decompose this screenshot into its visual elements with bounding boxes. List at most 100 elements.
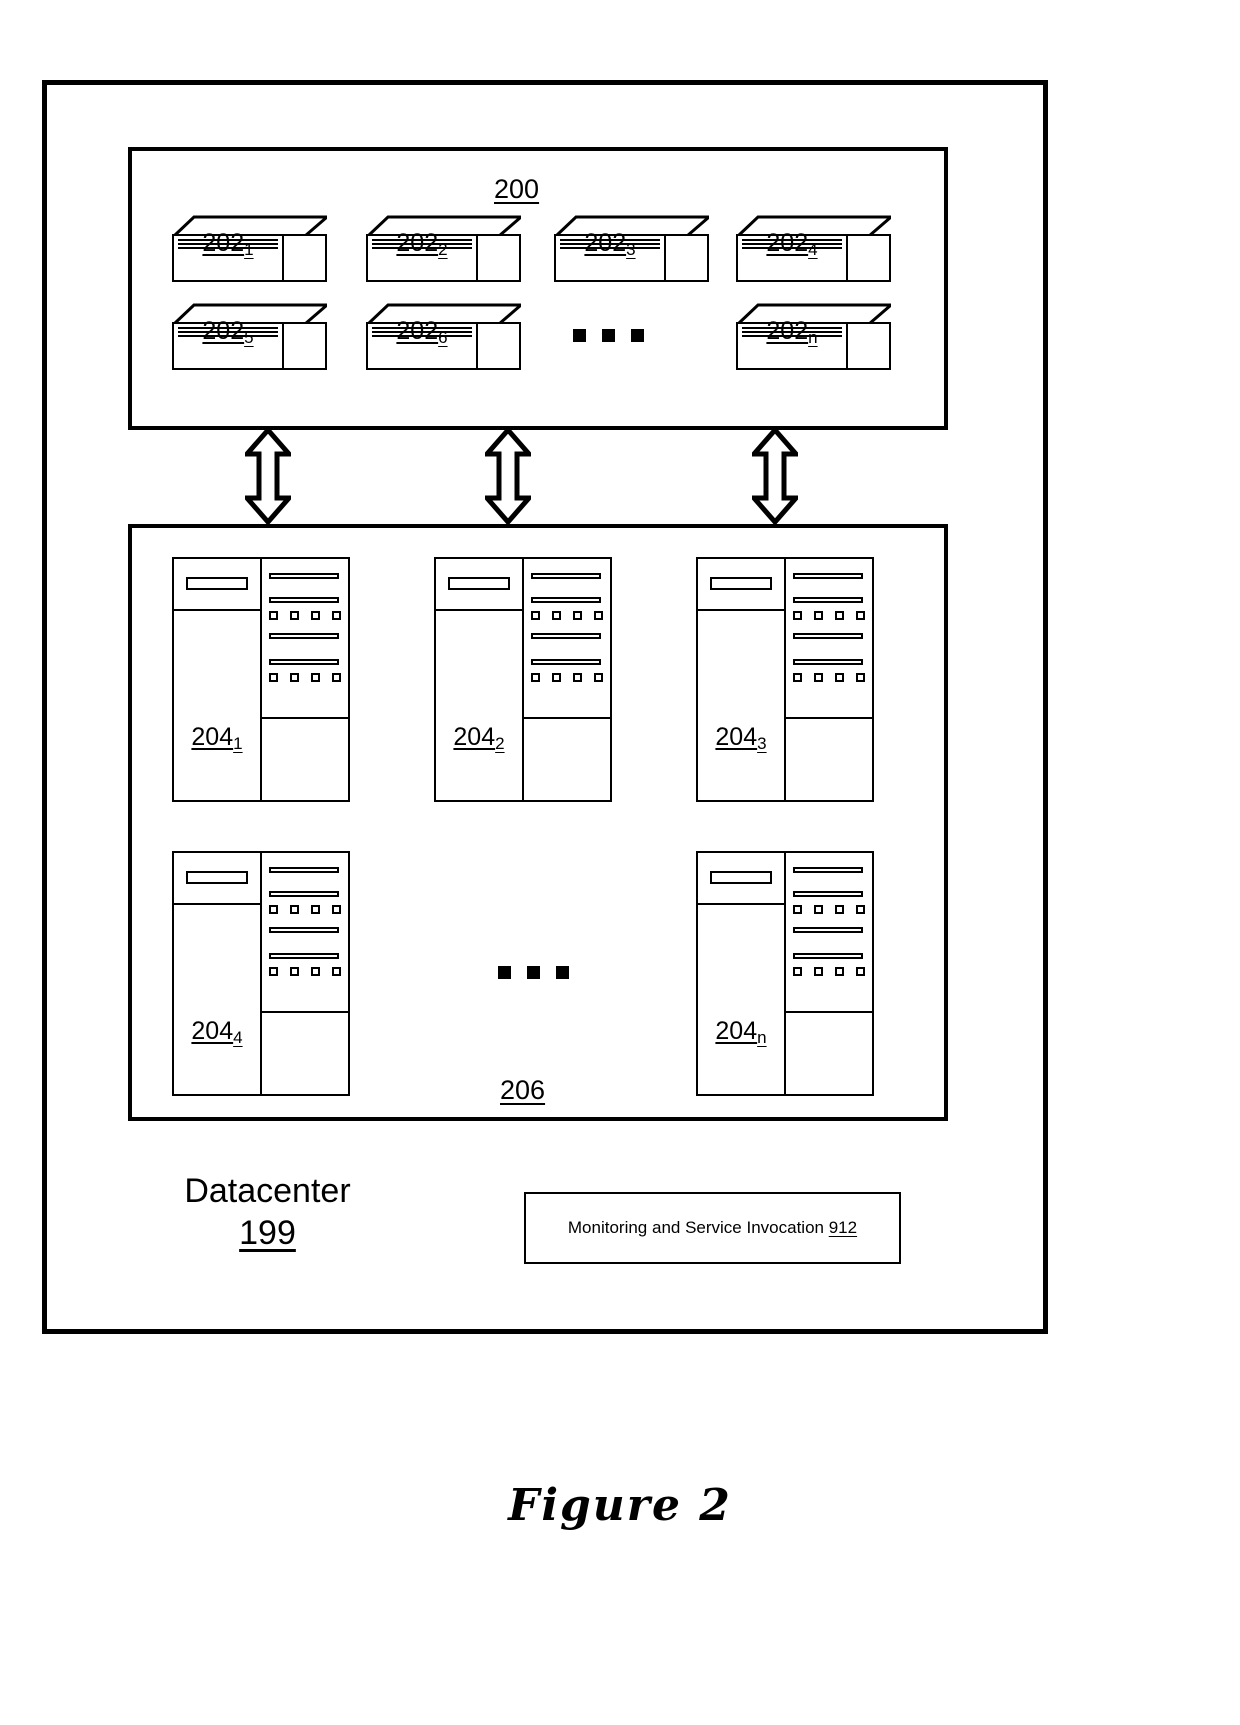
rack-led xyxy=(311,611,320,620)
monitoring-label: Monitoring and Service Invocation xyxy=(567,1218,824,1237)
rack-led xyxy=(814,905,823,914)
rack-right-column xyxy=(786,559,872,800)
rack-led xyxy=(269,611,278,620)
switch-label-base: 202 xyxy=(766,317,809,345)
rack-head-slot xyxy=(710,871,772,884)
rack-left-column xyxy=(436,559,524,800)
rack-blade-bar xyxy=(793,633,863,639)
switch-label: 2022 xyxy=(366,229,478,259)
rack-blade-bar xyxy=(531,573,601,579)
rack-label: 2043 xyxy=(698,725,784,753)
rack-blade-bar xyxy=(269,597,339,603)
rack-led xyxy=(856,611,865,620)
rack-led xyxy=(269,905,278,914)
rack-led xyxy=(814,611,823,620)
rack-led xyxy=(531,673,540,682)
switch-side-face xyxy=(846,234,891,282)
switch-label: 2021 xyxy=(172,231,284,259)
switch-202-6: 2026 xyxy=(364,302,526,370)
rack-panel xyxy=(262,853,348,1013)
rack-right-column xyxy=(262,559,348,800)
rack-label: 204n xyxy=(698,1019,784,1047)
rack-led xyxy=(552,611,561,620)
rack-label: 2041 xyxy=(174,723,260,753)
switch-202-1: 2021 xyxy=(170,214,332,282)
switch-side-face xyxy=(846,322,891,370)
rack-head-cell xyxy=(698,853,784,905)
figure-caption: Figure 2 xyxy=(508,1480,732,1531)
rack-left-column xyxy=(174,853,262,1094)
rack-blade-bar xyxy=(793,891,863,897)
datacenter-caption: Datacenter 199 xyxy=(165,1172,370,1255)
switch-side-face xyxy=(476,322,521,370)
server-rack-204-n: 204n xyxy=(696,851,874,1096)
switch-label: 2024 xyxy=(736,229,848,259)
rack-blade-bar xyxy=(269,891,339,897)
rack-label: 2042 xyxy=(436,725,522,753)
server-rack-204-4: 2044 xyxy=(172,851,350,1096)
rack-led-row xyxy=(531,611,603,620)
ellipsis-dot xyxy=(602,329,615,342)
rack-blade-bar xyxy=(793,867,863,873)
rack-blade-bar xyxy=(269,953,339,959)
rack-label-sub: 1 xyxy=(233,734,243,753)
rack-group-ref-label: 206 xyxy=(500,1075,546,1105)
rack-led xyxy=(311,905,320,914)
switch-label-sub: 5 xyxy=(244,328,254,347)
rack-blade-bar xyxy=(531,597,601,603)
switch-label-base: 202 xyxy=(584,229,627,257)
server-rack-204-3: 2043 xyxy=(696,557,874,802)
rack-led xyxy=(814,673,823,682)
ellipsis-dot xyxy=(498,966,511,979)
rack-blade-bar xyxy=(793,927,863,933)
rack-led xyxy=(594,673,603,682)
rack-led xyxy=(793,905,802,914)
rack-blade-bar xyxy=(793,573,863,579)
rack-label-sub: 2 xyxy=(495,734,505,753)
rack-led-row xyxy=(793,611,865,620)
ellipsis-dot xyxy=(527,966,540,979)
rack-right-column xyxy=(524,559,610,800)
rack-left-column xyxy=(698,853,786,1094)
rack-led xyxy=(573,673,582,682)
rack-led xyxy=(290,905,299,914)
rack-led xyxy=(835,673,844,682)
switch-202-2: 2022 xyxy=(364,214,526,282)
rack-led xyxy=(269,967,278,976)
rack-led xyxy=(332,673,341,682)
switch-label: 2026 xyxy=(366,319,478,347)
ellipsis-dot xyxy=(573,329,586,342)
switch-label: 202n xyxy=(736,317,848,347)
rack-led xyxy=(594,611,603,620)
rack-led xyxy=(290,967,299,976)
rack-left-column xyxy=(698,559,786,800)
switch-label-base: 202 xyxy=(766,229,809,257)
rack-blade-bar xyxy=(269,927,339,933)
rack-right-column xyxy=(786,853,872,1094)
rack-row-ellipsis xyxy=(498,966,569,979)
switch-label: 2023 xyxy=(554,229,666,259)
rack-blade-bar xyxy=(269,867,339,873)
connector-arrow-center xyxy=(485,428,531,524)
rack-blade-bar xyxy=(793,659,863,665)
rack-led xyxy=(835,905,844,914)
datacenter-name: Datacenter xyxy=(184,1172,351,1210)
rack-head-slot xyxy=(448,577,510,590)
rack-head-cell xyxy=(174,853,260,905)
switch-202-5: 2025 xyxy=(170,302,332,370)
rack-blade-bar xyxy=(269,633,339,639)
rack-label-base: 204 xyxy=(191,723,234,751)
rack-led-row xyxy=(269,967,341,976)
rack-led xyxy=(793,611,802,620)
rack-label-sub: 3 xyxy=(757,734,767,753)
rack-blade-bar xyxy=(793,597,863,603)
switch-label: 2025 xyxy=(172,317,284,347)
switch-label-base: 202 xyxy=(396,229,439,257)
rack-blade-bar xyxy=(269,659,339,665)
connector-arrow-left xyxy=(245,428,291,524)
rack-blade-bar xyxy=(793,953,863,959)
rack-label-base: 204 xyxy=(191,1017,234,1045)
switch-label-base: 202 xyxy=(202,317,245,345)
rack-blade-bar xyxy=(531,659,601,665)
rack-head-cell xyxy=(436,559,522,611)
